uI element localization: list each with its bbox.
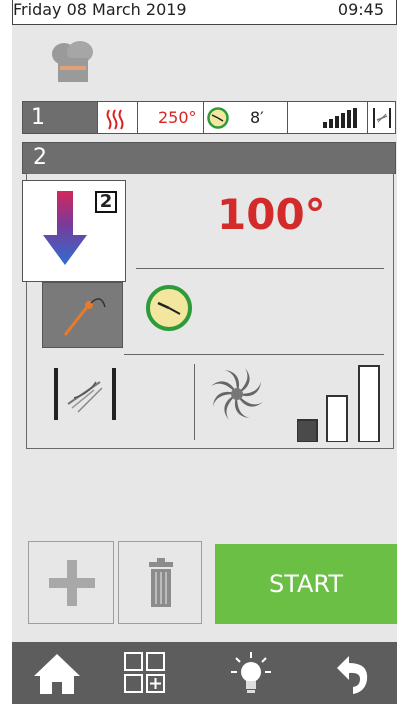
step-1-divider <box>97 102 98 133</box>
bottom-nav <box>12 642 397 704</box>
start-button[interactable]: START <box>215 544 397 624</box>
step-1-bar[interactable]: 1 250° 8′ <box>22 101 396 134</box>
core-probe-button[interactable] <box>42 282 123 348</box>
clock-icon <box>207 107 229 129</box>
step-1-divider <box>367 102 368 133</box>
heat-waves-icon <box>106 109 124 130</box>
phase-badge: 2 <box>95 191 117 213</box>
plus-icon <box>49 560 95 606</box>
status-date: Friday 08 March 2019 <box>13 0 187 19</box>
add-step-button[interactable] <box>28 541 114 624</box>
core-probe-icon <box>63 298 106 336</box>
step-2-number: 2 <box>33 145 47 170</box>
step-1-temperature: 250° <box>158 108 197 127</box>
vent-valve-icon[interactable] <box>54 368 116 420</box>
panel-divider <box>136 268 384 269</box>
fan-icon[interactable] <box>207 364 267 424</box>
step-1-divider <box>287 102 288 133</box>
step-2-header[interactable]: 2 <box>22 142 396 174</box>
oven-screen: Friday 08 March 2019 09:45 1 250° 8′ 2 2… <box>12 0 397 704</box>
step-1-number: 1 <box>23 102 97 133</box>
clock-icon[interactable] <box>144 283 194 333</box>
status-time: 09:45 <box>337 0 384 19</box>
status-bar: Friday 08 March 2019 09:45 <box>12 0 397 25</box>
home-icon[interactable] <box>32 650 82 696</box>
step-1-divider <box>137 102 138 133</box>
target-temperature[interactable]: 100° <box>217 190 326 239</box>
phase-selector[interactable]: 2 <box>22 180 126 282</box>
light-icon[interactable] <box>226 650 276 696</box>
panel-divider <box>194 364 195 440</box>
trash-icon <box>149 558 173 607</box>
chef-hat-icon[interactable] <box>48 40 98 82</box>
step-1-duration: 8′ <box>250 108 264 127</box>
delete-step-button[interactable] <box>118 541 202 624</box>
down-arrow-icon <box>43 191 87 265</box>
fan-speed-bars-icon <box>323 108 357 128</box>
grid-add-icon[interactable] <box>120 650 170 696</box>
back-arrow-icon[interactable] <box>327 650 377 696</box>
vent-valve-icon <box>373 108 391 128</box>
step-1-divider <box>203 102 204 133</box>
panel-divider <box>124 354 384 355</box>
fan-speed-bars-icon[interactable] <box>297 364 381 442</box>
